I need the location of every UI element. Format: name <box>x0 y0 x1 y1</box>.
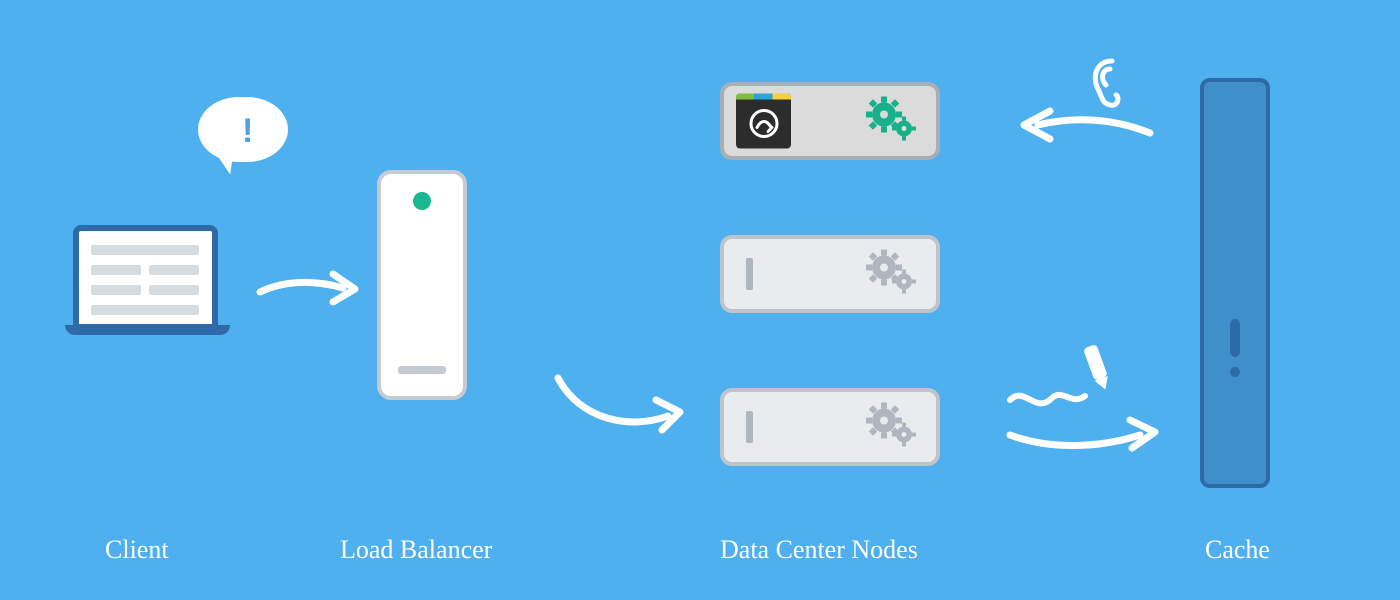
server-node-1 <box>720 82 940 160</box>
gears-icon <box>866 403 916 452</box>
arrow-cache-to-nodes <box>1024 111 1150 139</box>
architecture-diagram: ! <box>0 0 1400 600</box>
write-connection <box>990 340 1180 460</box>
gears-icon <box>866 250 916 299</box>
exclamation-mark <box>1230 319 1240 357</box>
cache-store <box>1200 78 1270 488</box>
laptop-base <box>65 325 230 335</box>
gears-icon <box>866 97 916 146</box>
laptop-screen <box>73 225 218 330</box>
listen-connection <box>1000 55 1170 165</box>
client-laptop <box>65 225 230 365</box>
label-data-center-nodes: Data Center Nodes <box>720 535 918 565</box>
app-badge <box>736 94 791 149</box>
server-node-2 <box>720 235 940 313</box>
arrow-client-to-lb <box>255 262 365 322</box>
link-icon <box>747 107 781 141</box>
ear-icon <box>1095 61 1118 105</box>
scribble-icon <box>1010 395 1085 404</box>
label-client: Client <box>105 535 169 565</box>
label-cache: Cache <box>1205 535 1270 565</box>
server-node-3 <box>720 388 940 466</box>
device-slot <box>398 366 446 374</box>
label-load-balancer: Load Balancer <box>340 535 492 565</box>
device-status-led <box>413 192 431 210</box>
load-balancer-device <box>377 170 467 400</box>
exclamation-mark: ! <box>242 112 253 151</box>
arrow-lb-to-nodes <box>550 370 700 450</box>
pencil-icon <box>1083 344 1112 392</box>
client-request-bubble: ! <box>198 97 288 172</box>
arrow-nodes-to-cache <box>1010 420 1155 448</box>
